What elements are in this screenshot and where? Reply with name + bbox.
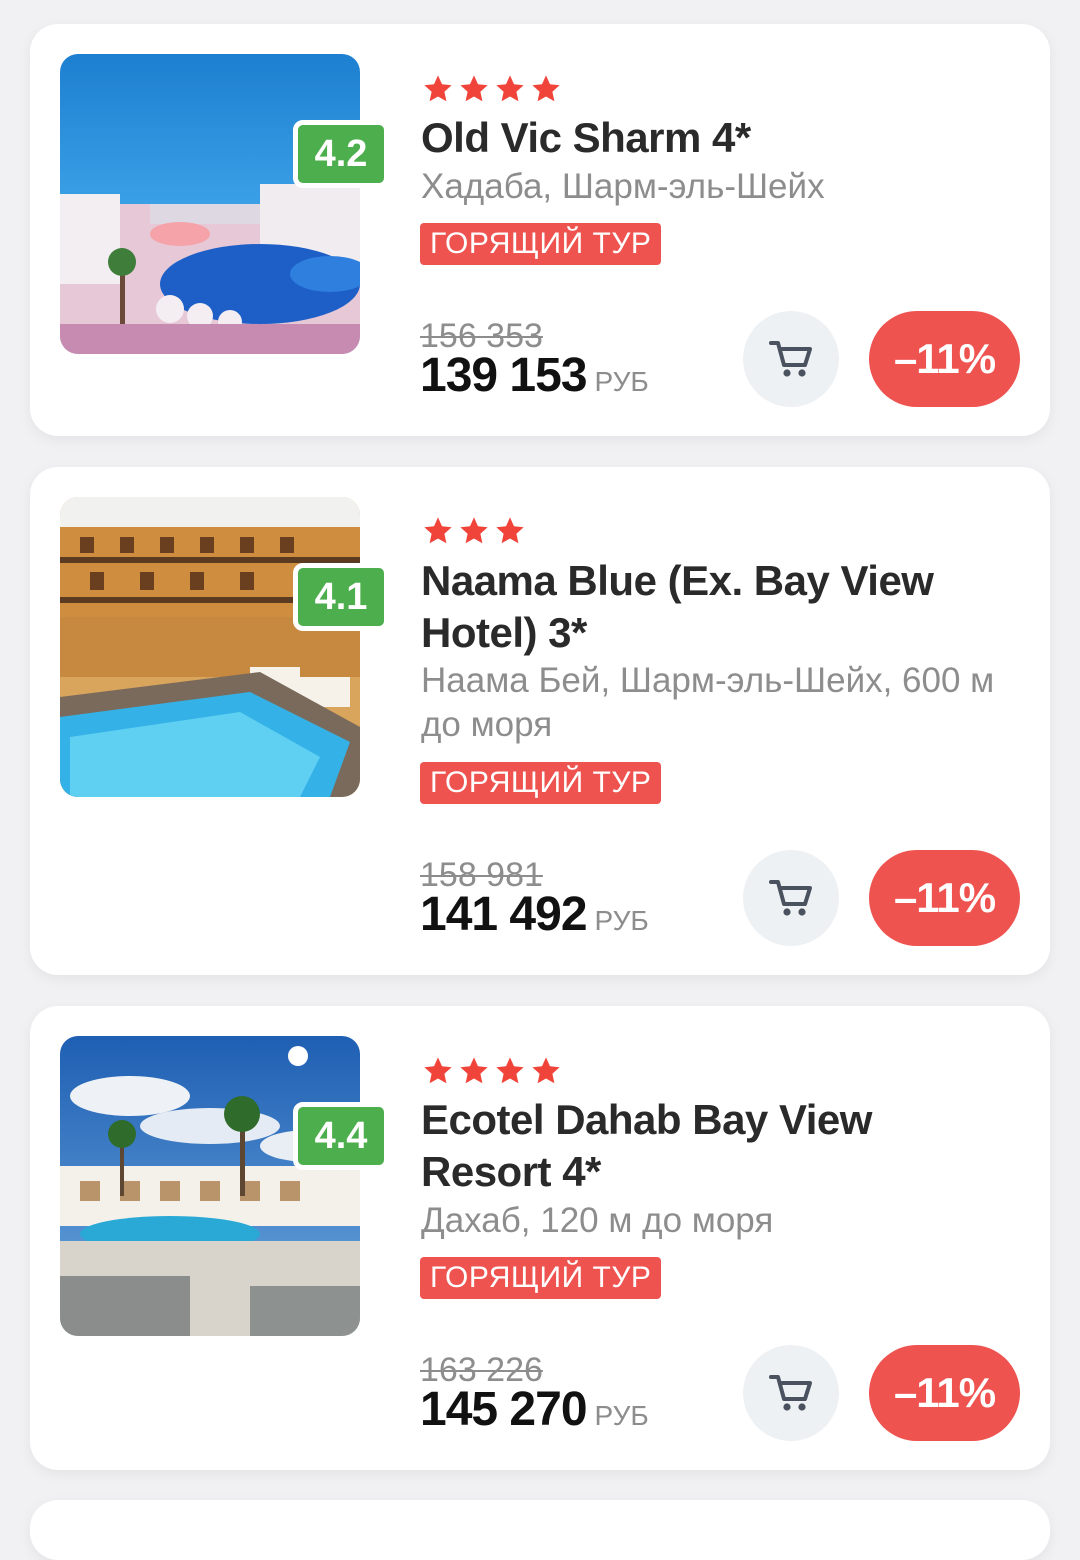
hotel-photo-image bbox=[60, 54, 360, 354]
cart-icon bbox=[767, 874, 815, 922]
star-icon bbox=[422, 73, 454, 105]
hotel-photo-image bbox=[60, 1036, 360, 1336]
hotel-card[interactable]: 4.2 Old Vic Sharm 4* Хадаба, Шарм-эль-Ше… bbox=[30, 24, 1050, 436]
hotel-card[interactable]: 4.4 Ecotel Dahab Bay View Resort 4* Даха… bbox=[30, 1006, 1050, 1470]
add-to-cart-button[interactable] bbox=[743, 1345, 839, 1441]
star-icon bbox=[494, 1055, 526, 1087]
star-rating bbox=[422, 1055, 562, 1087]
star-icon bbox=[530, 73, 562, 105]
rating-badge: 4.4 bbox=[293, 1102, 389, 1170]
rating-badge: 4.1 bbox=[293, 563, 389, 631]
hotel-name[interactable]: Ecotel Dahab Bay View Resort 4* bbox=[421, 1094, 1001, 1198]
hotel-name[interactable]: Naama Blue (Ex. Bay View Hotel) 3* bbox=[421, 555, 1001, 659]
hotel-photo[interactable] bbox=[60, 1036, 360, 1336]
discount-badge[interactable]: –11% bbox=[869, 311, 1020, 407]
star-rating bbox=[422, 515, 526, 547]
cart-icon bbox=[767, 335, 815, 383]
star-icon bbox=[530, 1055, 562, 1087]
rating-badge: 4.2 bbox=[293, 120, 389, 188]
hot-tour-badge: ГОРЯЩИЙ ТУР bbox=[420, 1257, 662, 1299]
star-rating bbox=[422, 73, 562, 105]
star-icon bbox=[422, 1055, 454, 1087]
currency-label: РУБ bbox=[594, 366, 649, 397]
star-icon bbox=[494, 515, 526, 547]
current-price: 139 153 bbox=[420, 349, 588, 402]
hotel-location: Наама Бей, Шарм-эль-Шейх, 600 м до моря bbox=[421, 661, 995, 744]
hotel-photo[interactable] bbox=[60, 497, 360, 797]
star-icon bbox=[422, 515, 454, 547]
hotel-location: Хадаба, Шарм-эль-Шейх bbox=[421, 167, 825, 206]
hotel-name[interactable]: Old Vic Sharm 4* bbox=[421, 112, 1001, 164]
currency-label: РУБ bbox=[594, 1400, 649, 1431]
price-row: 145 270 РУБ bbox=[420, 1385, 649, 1446]
discount-badge[interactable]: –11% bbox=[869, 850, 1020, 946]
hotel-location: Дахаб, 120 м до моря bbox=[421, 1201, 774, 1240]
price-row: 141 492 РУБ bbox=[420, 890, 649, 951]
star-icon bbox=[458, 515, 490, 547]
current-price: 145 270 bbox=[420, 1383, 588, 1436]
cart-icon bbox=[767, 1369, 815, 1417]
star-icon bbox=[458, 73, 490, 105]
hot-tour-badge: ГОРЯЩИЙ ТУР bbox=[420, 762, 662, 804]
star-icon bbox=[494, 73, 526, 105]
add-to-cart-button[interactable] bbox=[743, 850, 839, 946]
discount-badge[interactable]: –11% bbox=[869, 1345, 1020, 1441]
hotel-card-partial bbox=[30, 1500, 1050, 1560]
add-to-cart-button[interactable] bbox=[743, 311, 839, 407]
hotel-card[interactable]: 4.1 Naama Blue (Ex. Bay View Hotel) 3* Н… bbox=[30, 467, 1050, 975]
price-row: 139 153 РУБ bbox=[420, 351, 649, 412]
currency-label: РУБ bbox=[594, 905, 649, 936]
hotel-photo[interactable] bbox=[60, 54, 360, 354]
star-icon bbox=[458, 1055, 490, 1087]
current-price: 141 492 bbox=[420, 888, 588, 941]
hotel-photo-image bbox=[60, 497, 360, 797]
hot-tour-badge: ГОРЯЩИЙ ТУР bbox=[420, 223, 662, 265]
